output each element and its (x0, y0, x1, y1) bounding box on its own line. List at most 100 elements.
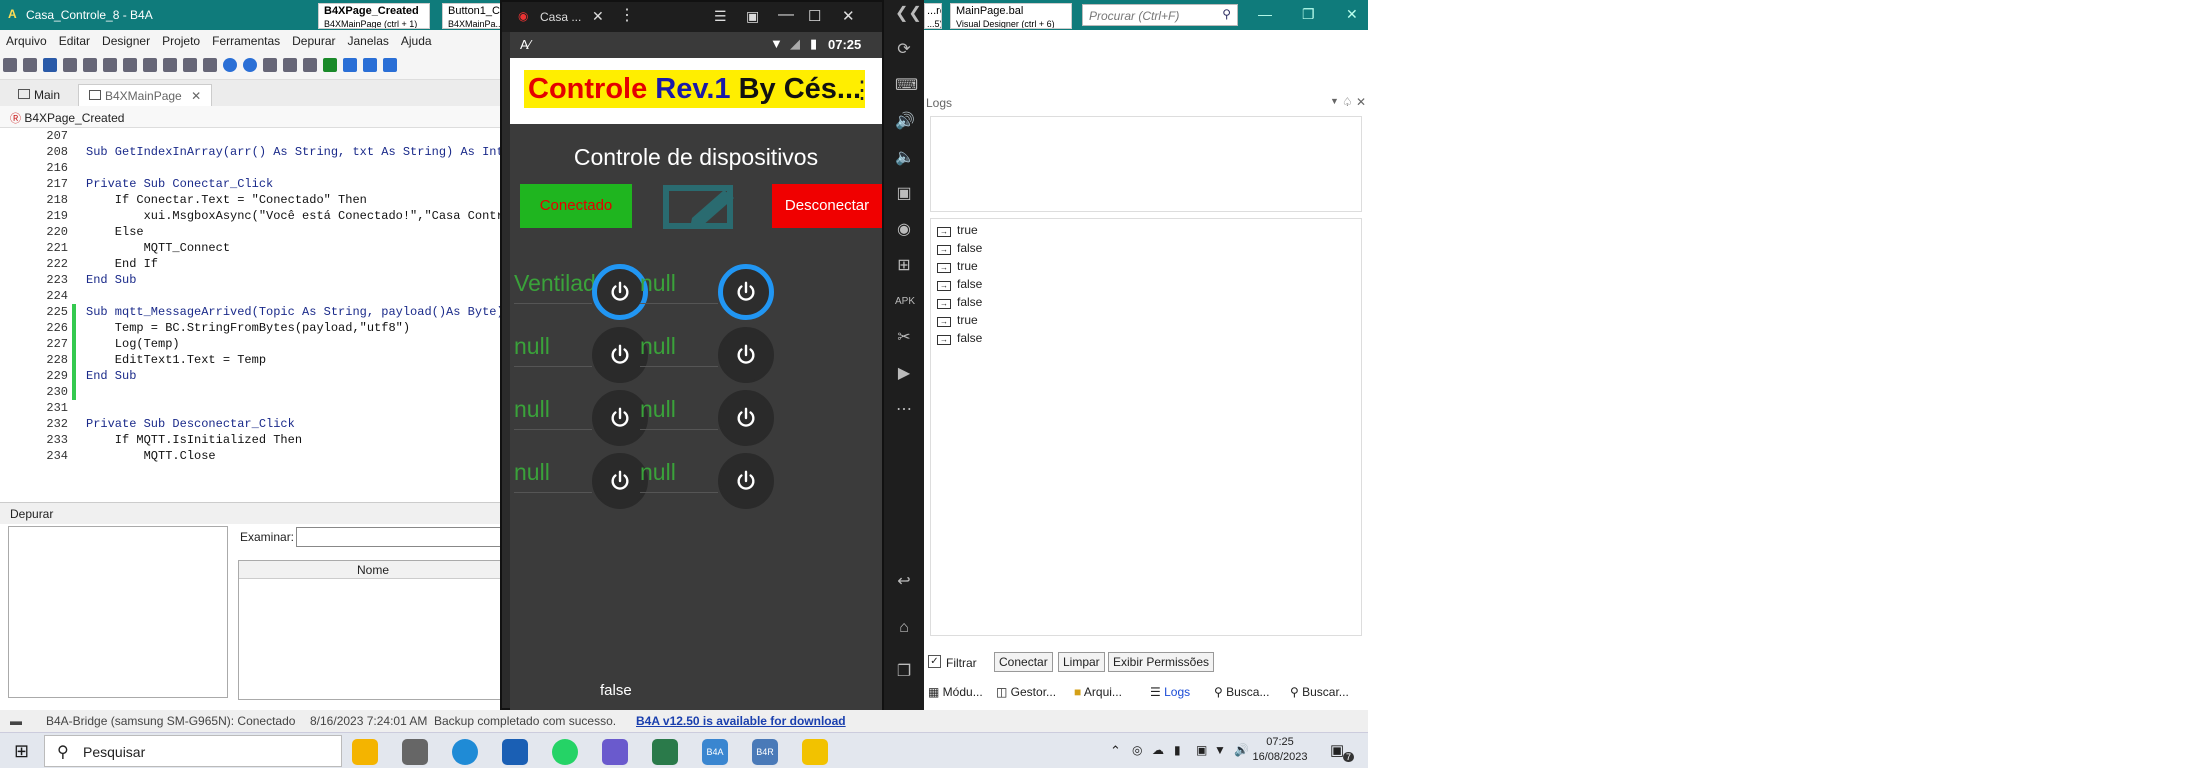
open-icon[interactable] (23, 58, 37, 72)
panel-tab-logs[interactable]: ☰ Logs (1150, 685, 1190, 699)
disconnect-button[interactable]: Desconectar (772, 184, 882, 228)
cut-icon[interactable] (123, 58, 137, 72)
power-button[interactable] (718, 327, 774, 383)
edge-icon[interactable] (452, 739, 478, 765)
sub-dropdown[interactable]: Ⓡ B4XPage_Created (0, 106, 500, 128)
dropdown-icon[interactable]: ▼ (1330, 96, 1339, 106)
log-entry[interactable]: → false (937, 239, 982, 257)
examinar-input[interactable] (296, 527, 506, 547)
cloud-icon[interactable]: ☁ (1152, 743, 1164, 757)
menu-depurar[interactable]: Depurar (286, 30, 341, 52)
file-explorer-icon[interactable] (352, 739, 378, 765)
new-file-icon[interactable] (3, 58, 17, 72)
menu-projeto[interactable]: Projeto (156, 30, 206, 52)
panel-tab-files[interactable]: ■ Arqui... (1074, 685, 1122, 699)
connect-logs-button[interactable]: Conectar (994, 652, 1053, 672)
menu-designer[interactable]: Designer (96, 30, 156, 52)
update-link[interactable]: B4A v12.50 is available for download (636, 714, 846, 728)
b4a-icon[interactable]: B4A (702, 739, 728, 765)
whatsapp-icon[interactable] (552, 739, 578, 765)
device-label[interactable]: null (514, 459, 592, 493)
log-entry[interactable]: → true (937, 257, 978, 275)
search-input[interactable]: Procurar (Ctrl+F) ⚲ (1082, 4, 1238, 26)
code-editor[interactable]: 207 208 Sub GetIndexInArray(arr() As Strin… (8, 128, 500, 470)
close-tab-icon[interactable]: ✕ (191, 89, 201, 103)
close-icon[interactable]: ✕ (1346, 6, 1358, 23)
display-icon[interactable]: ▣ (1196, 743, 1207, 757)
menu-arquivo[interactable]: Arquivo (0, 30, 53, 52)
android-studio-icon[interactable] (802, 739, 828, 765)
panel-tab-find[interactable]: ⚲ Buscar... (1290, 685, 1349, 699)
volume-up-icon[interactable]: 🔊 (895, 114, 915, 130)
volume-icon[interactable]: 🔊 (1234, 743, 1249, 757)
screen-icon[interactable]: ▣ (746, 8, 759, 25)
menu-editar[interactable]: Editar (53, 30, 96, 52)
grid-header-nome[interactable]: Nome (239, 561, 507, 579)
search-icon[interactable]: ⚲ (1222, 7, 1231, 21)
pin-icon[interactable]: ♤ (1342, 95, 1353, 109)
device-label[interactable]: null (640, 459, 718, 493)
device-label[interactable]: null (640, 333, 718, 367)
power-button[interactable] (718, 453, 774, 509)
log-entry[interactable]: → false (937, 293, 982, 311)
back-icon[interactable] (223, 58, 237, 72)
mail-icon[interactable] (502, 739, 528, 765)
step-icon[interactable] (343, 58, 357, 72)
restart-icon[interactable] (383, 58, 397, 72)
wifi-icon[interactable]: ▼ (1214, 743, 1226, 757)
record-icon[interactable]: ◉ (895, 222, 913, 238)
minimize-icon[interactable]: — (778, 6, 794, 24)
menu-ferramentas[interactable]: Ferramentas (206, 30, 286, 52)
paste-icon[interactable] (103, 58, 117, 72)
log-entry[interactable]: → false (937, 275, 982, 293)
run-icon[interactable] (323, 58, 337, 72)
window-tab-partial[interactable]: ...red ...5) (924, 3, 942, 29)
log-entry[interactable]: → true (937, 311, 978, 329)
back-icon[interactable]: ↩ (895, 574, 913, 590)
close-window-icon[interactable]: ✕ (842, 7, 855, 25)
taskbar-search[interactable]: ⚲ Pesquisar (44, 735, 342, 767)
filter-checkbox[interactable]: ✓ (928, 655, 941, 668)
maximize-icon[interactable]: ☐ (808, 7, 821, 25)
add-icon[interactable]: ⊞ (895, 258, 913, 274)
outdent-icon[interactable] (283, 58, 297, 72)
forward-icon[interactable] (243, 58, 257, 72)
variables-grid[interactable]: Nome (238, 560, 508, 700)
redo-icon[interactable] (183, 58, 197, 72)
store-icon[interactable] (402, 739, 428, 765)
tray-app-icon[interactable]: ◎ (1132, 743, 1142, 757)
screenshot-icon[interactable]: ▣ (895, 186, 913, 202)
clock-date[interactable]: 16/08/2023 (1252, 751, 1308, 763)
overflow-menu-icon[interactable]: ⋮ (850, 76, 874, 105)
device-label[interactable]: null (514, 396, 592, 430)
tab-b4xmainpage[interactable]: B4XMainPage ✕ (78, 84, 213, 106)
bookmark-icon[interactable] (203, 58, 217, 72)
save-icon[interactable] (43, 58, 57, 72)
keyboard-icon[interactable]: ⌨ (895, 78, 918, 94)
window-tab-button1[interactable]: Button1_C... B4XMainPa... (442, 3, 502, 29)
volume-down-icon[interactable]: 🔈 (895, 150, 915, 166)
recents-icon[interactable]: ❐ (895, 664, 913, 680)
windows-start-icon[interactable]: ⊞ (14, 741, 29, 762)
collapse-icon[interactable]: ❮❮ (895, 6, 922, 22)
restore-icon[interactable]: ❐ (1302, 6, 1315, 23)
panel-tab-libraries[interactable]: ◫ Gestor... (996, 685, 1056, 699)
power-button[interactable] (718, 264, 774, 320)
tab-main[interactable]: Main (8, 84, 70, 106)
undo-icon[interactable] (163, 58, 177, 72)
device-label[interactable]: null (514, 333, 592, 367)
save-all-icon[interactable] (63, 58, 77, 72)
close-icon[interactable]: ✕ (592, 8, 604, 25)
copy-icon[interactable] (83, 58, 97, 72)
debug-stack-list[interactable] (8, 526, 228, 698)
show-permissions-button[interactable]: Exibir Permissões (1108, 652, 1215, 672)
power-button[interactable] (718, 390, 774, 446)
device-label[interactable]: Ventilador (514, 270, 616, 304)
b4r-icon[interactable]: B4R (752, 739, 778, 765)
window-tab-mainpage-bal[interactable]: MainPage.bal Visual Designer (ctrl + 6) (950, 3, 1072, 29)
step-over-icon[interactable] (363, 58, 377, 72)
log-entry[interactable]: → true (937, 221, 978, 239)
home-icon[interactable]: ⌂ (895, 620, 913, 636)
battery-icon[interactable]: ▮ (1174, 743, 1181, 757)
connect-button[interactable]: Conectado (520, 184, 632, 228)
